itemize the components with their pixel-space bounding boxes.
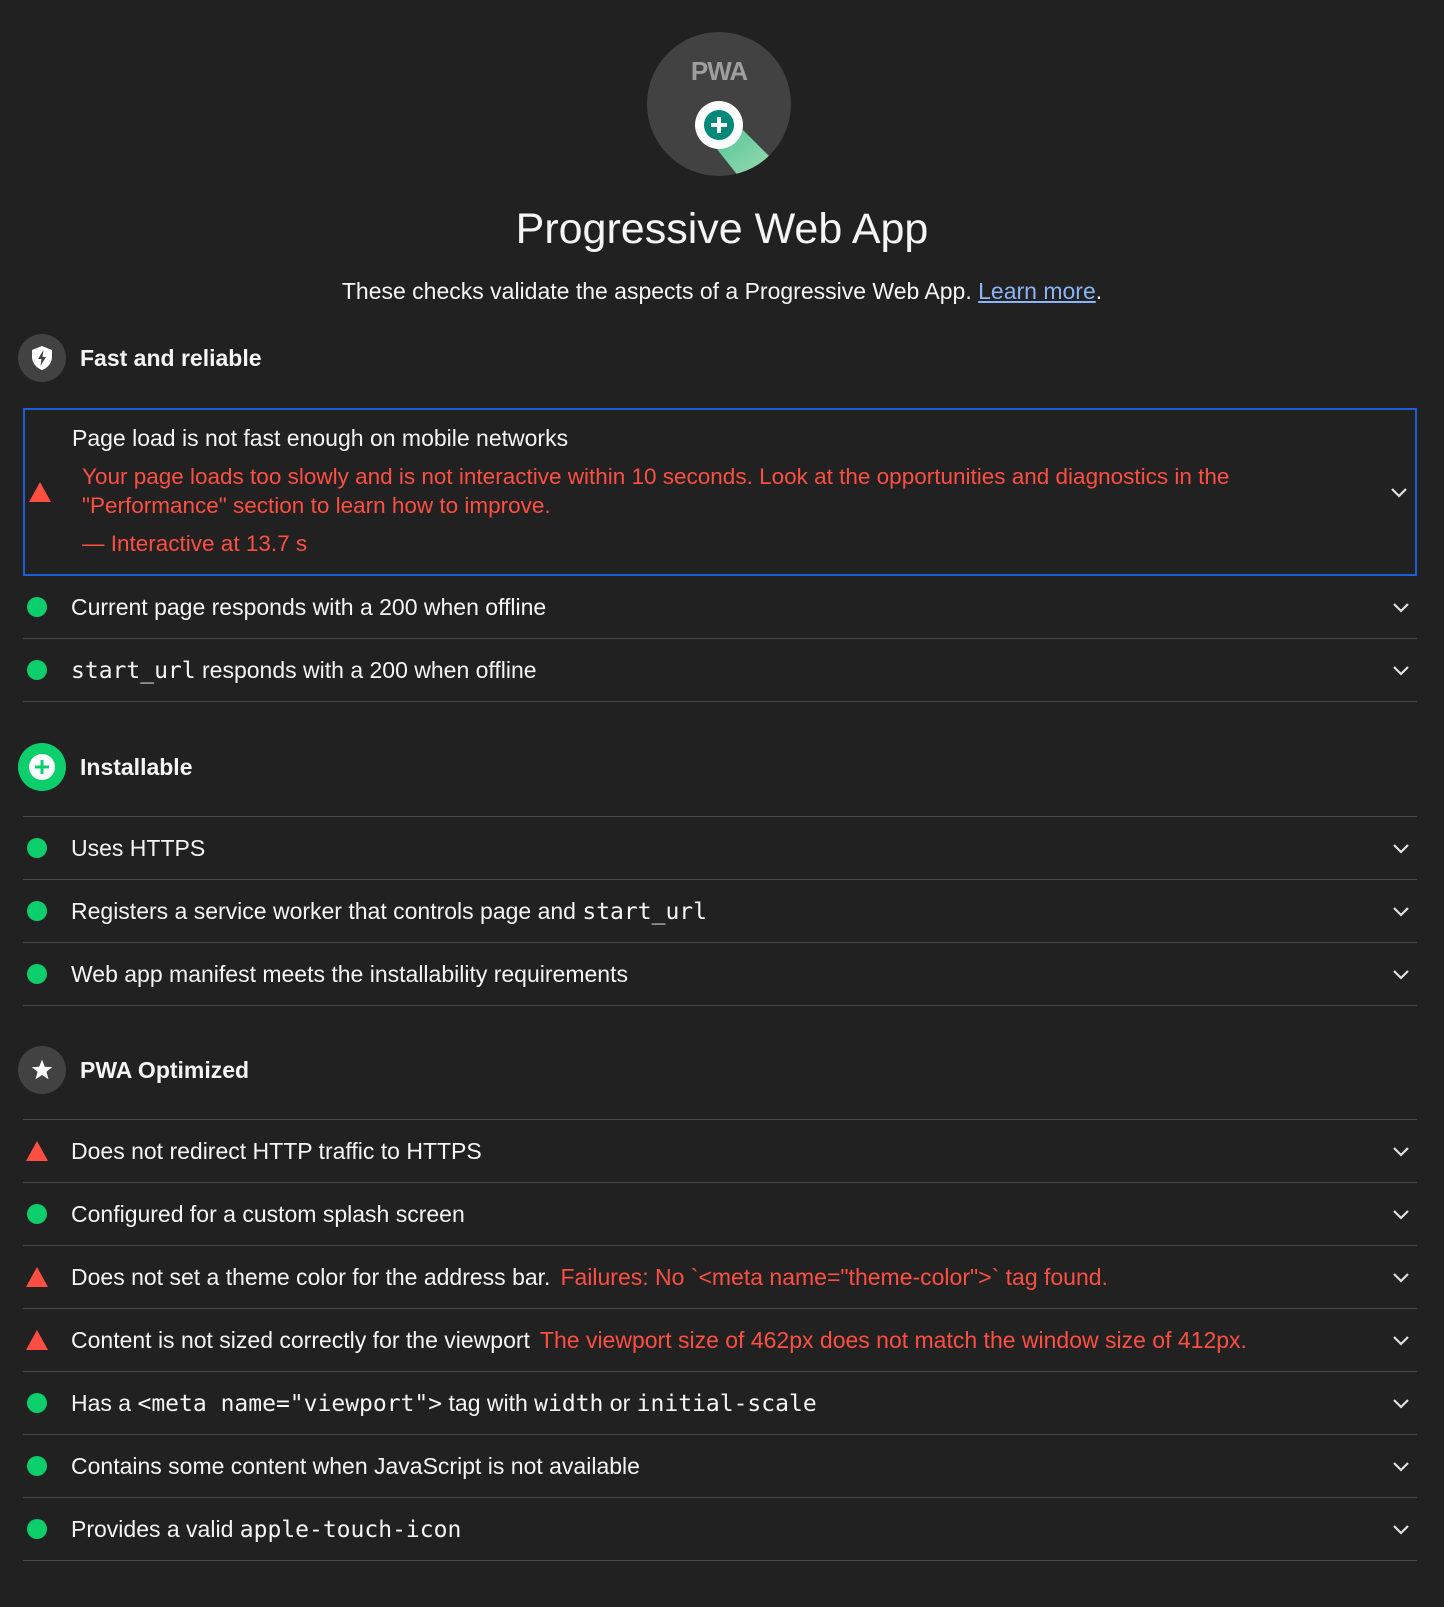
code-apple-touch-icon: apple-touch-icon	[239, 1516, 462, 1543]
lightning-shield-icon	[18, 334, 66, 382]
audit-title: Web app manifest meets the installabilit…	[71, 960, 628, 987]
audit-title: Configured for a custom splash screen	[71, 1200, 465, 1227]
fail-status-icon	[25, 1265, 49, 1289]
audit-title: Provides a valid apple-touch-icon	[71, 1516, 461, 1543]
fail-status-icon	[25, 1139, 49, 1163]
code-meta-viewport: <meta name="viewport">	[137, 1390, 443, 1417]
audit-item-noscript-content[interactable]: Contains some content when JavaScript is…	[23, 1435, 1417, 1498]
text-part: tag with	[442, 1389, 535, 1416]
pass-status-icon	[25, 1454, 49, 1478]
audit-item-service-worker[interactable]: Registers a service worker that controls…	[23, 880, 1417, 943]
plus-circle-icon	[18, 743, 66, 791]
pwa-badge-text: PWA	[690, 56, 748, 86]
code-initial-scale: initial-scale	[636, 1390, 817, 1417]
pass-status-icon	[25, 595, 49, 619]
chevron-down-icon[interactable]	[1389, 1139, 1413, 1163]
chevron-down-icon[interactable]	[1389, 1391, 1413, 1415]
pass-status-icon	[25, 962, 49, 986]
chevron-down-icon[interactable]	[1389, 899, 1413, 923]
audit-title: start_url responds with a 200 when offli…	[71, 657, 537, 684]
audit-item-splash-screen[interactable]: Configured for a custom splash screen	[23, 1183, 1417, 1246]
audit-title: Registers a service worker that controls…	[71, 898, 707, 925]
code-start-url: start_url	[71, 657, 196, 684]
pass-status-icon	[25, 836, 49, 860]
group-pwa-optimized: PWA Optimized	[18, 1046, 249, 1094]
text-part: or	[603, 1389, 637, 1416]
pass-status-icon	[25, 658, 49, 682]
pass-status-icon	[25, 899, 49, 923]
chevron-down-icon[interactable]	[1389, 1517, 1413, 1541]
audit-item-viewport-size[interactable]: Content is not sized correctly for the v…	[23, 1309, 1417, 1372]
audit-item-manifest[interactable]: Web app manifest meets the installabilit…	[23, 943, 1417, 1006]
description-text: These checks validate the aspects of a P…	[341, 278, 972, 304]
audit-title: Has a <meta name="viewport"> tag with wi…	[71, 1390, 817, 1417]
group-title: Fast and reliable	[80, 344, 262, 371]
pwa-logo-icon	[695, 101, 787, 176]
fail-status-icon	[25, 1328, 49, 1352]
page-title: Progressive Web App	[515, 205, 929, 253]
chevron-down-icon[interactable]	[1389, 1454, 1413, 1478]
audit-title: Does not set a theme color for the addre…	[71, 1263, 551, 1290]
audit-item-https[interactable]: Uses HTTPS	[23, 816, 1417, 880]
audit-display-value: Failures: No `<meta name="theme-color">`…	[560, 1263, 1108, 1290]
chevron-down-icon[interactable]	[1387, 480, 1411, 504]
chevron-down-icon[interactable]	[1389, 658, 1413, 682]
audit-title-text: Registers a service worker that controls…	[71, 897, 583, 924]
group-installable: Installable	[18, 743, 192, 791]
audit-item-start-url-offline[interactable]: start_url responds with a 200 when offli…	[23, 639, 1417, 702]
pass-status-icon	[25, 1517, 49, 1541]
learn-more-link[interactable]: Learn more	[978, 278, 1096, 304]
group-title: Installable	[80, 753, 193, 780]
audit-title: Current page responds with a 200 when of…	[71, 593, 547, 620]
audit-item-meta-viewport[interactable]: Has a <meta name="viewport"> tag with wi…	[23, 1372, 1417, 1435]
audit-title: Contains some content when JavaScript is…	[71, 1452, 640, 1479]
audit-item-redirect-https[interactable]: Does not redirect HTTP traffic to HTTPS	[23, 1119, 1417, 1183]
code-start-url: start_url	[582, 898, 707, 925]
audit-title-rest: responds with a 200 when offline	[195, 656, 537, 683]
pass-status-icon	[25, 1391, 49, 1415]
chevron-down-icon[interactable]	[1389, 1328, 1413, 1352]
chevron-down-icon[interactable]	[1389, 595, 1413, 619]
audit-item-offline-200[interactable]: Current page responds with a 200 when of…	[23, 576, 1417, 639]
audit-item-load-fast[interactable]: Page load is not fast enough on mobile n…	[23, 408, 1417, 576]
chevron-down-icon[interactable]	[1389, 836, 1413, 860]
audit-description: Your page loads too slowly and is not in…	[82, 464, 1230, 518]
description-period: .	[1095, 278, 1103, 304]
audit-display-value: — Interactive at 13.7 s	[82, 531, 308, 556]
audit-title: Uses HTTPS	[71, 834, 206, 861]
chevron-down-icon[interactable]	[1389, 1202, 1413, 1226]
audit-title: Content is not sized correctly for the v…	[71, 1326, 530, 1353]
pass-status-icon	[25, 1202, 49, 1226]
code-width: width	[534, 1390, 604, 1417]
chevron-down-icon[interactable]	[1389, 1265, 1413, 1289]
chevron-down-icon[interactable]	[1389, 962, 1413, 986]
audit-title: Page load is not fast enough on mobile n…	[72, 425, 569, 451]
audit-item-theme-color[interactable]: Does not set a theme color for the addre…	[23, 1246, 1417, 1309]
audit-item-apple-touch-icon[interactable]: Provides a valid apple-touch-icon	[23, 1498, 1417, 1561]
fail-status-icon	[29, 482, 51, 502]
audit-title: Does not redirect HTTP traffic to HTTPS	[71, 1137, 482, 1164]
audit-title-text: Provides a valid	[71, 1515, 240, 1542]
audit-display-value: The viewport size of 462px does not matc…	[539, 1326, 1247, 1353]
category-description: These checks validate the aspects of a P…	[0, 275, 1444, 307]
pwa-badge: PWA	[647, 32, 791, 176]
star-icon	[18, 1046, 66, 1094]
text-part: Has a	[71, 1389, 138, 1416]
group-fast-reliable: Fast and reliable	[18, 334, 262, 382]
group-title: PWA Optimized	[80, 1056, 250, 1083]
